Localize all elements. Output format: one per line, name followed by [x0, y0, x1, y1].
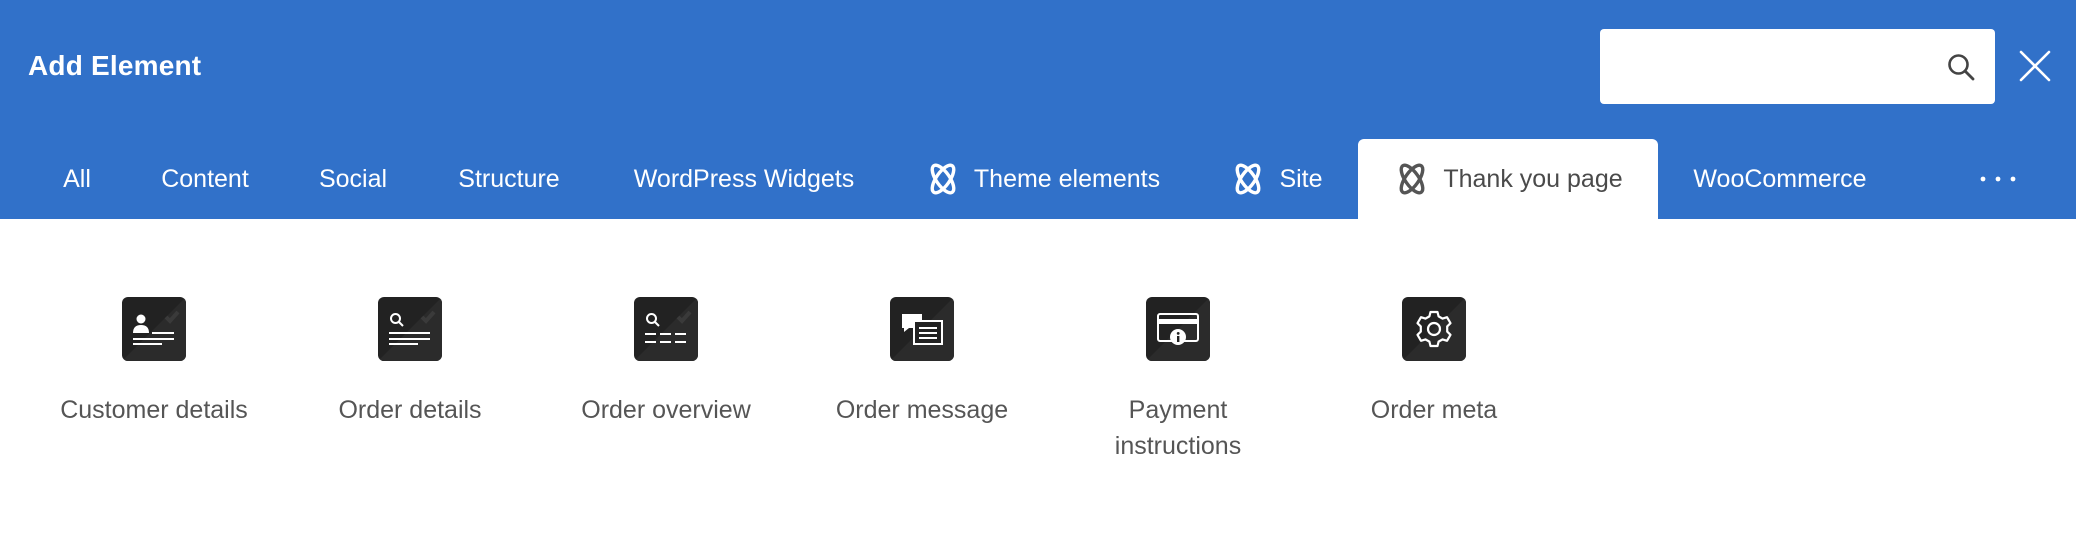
- message-icon: [890, 297, 954, 361]
- tab-label: Thank you page: [1443, 164, 1623, 193]
- order-overview-icon: [634, 297, 698, 361]
- search-input[interactable]: [1600, 29, 1940, 104]
- tab-label: Social: [318, 164, 388, 193]
- tab-all[interactable]: All: [38, 139, 116, 219]
- customer-card-icon: [122, 297, 186, 361]
- element-grid: Customer details Order details Order ove…: [0, 219, 2076, 554]
- tab-theme-elements[interactable]: Theme elements: [908, 139, 1176, 219]
- tab-label: Theme elements: [973, 164, 1161, 193]
- element-customer-details[interactable]: Customer details: [44, 297, 264, 497]
- element-order-message[interactable]: Order message: [812, 297, 1032, 497]
- add-element-dialog: Add Element All Content Social Structure: [0, 0, 2076, 554]
- category-tabs: All Content Social Structure WordPress W…: [0, 139, 2076, 219]
- jetpack-x-logo-icon: [1235, 163, 1261, 195]
- tab-label: Site: [1279, 164, 1323, 193]
- element-label: Order meta: [1370, 396, 1498, 424]
- tab-wordpress-widgets[interactable]: WordPress Widgets: [614, 139, 874, 219]
- close-icon[interactable]: [2018, 49, 2052, 83]
- element-order-meta[interactable]: Order meta: [1324, 297, 1544, 497]
- element-label: Order overview: [581, 396, 751, 424]
- dialog-title: Add Element: [28, 50, 202, 81]
- element-label: Customer details: [60, 396, 248, 424]
- element-label: Order details: [338, 396, 482, 424]
- payment-card-icon: [1146, 297, 1210, 361]
- tab-structure[interactable]: Structure: [438, 139, 580, 219]
- element-label: Order message: [835, 396, 1009, 424]
- element-payment-instructions[interactable]: Payment instructions: [1068, 297, 1288, 497]
- jetpack-x-logo-icon: [930, 163, 956, 195]
- search-icon[interactable]: [1946, 52, 1976, 82]
- more-tabs-button[interactable]: [1972, 139, 2024, 219]
- gear-icon: [1402, 297, 1466, 361]
- tab-woocommerce[interactable]: WooCommerce: [1680, 139, 1880, 219]
- tab-social[interactable]: Social: [296, 139, 410, 219]
- element-label: Payment instructions: [1114, 396, 1242, 460]
- order-search-icon: [378, 297, 442, 361]
- more-dots-icon: [1980, 176, 2016, 182]
- tab-label: WooCommerce: [1693, 164, 1867, 193]
- tab-label: WordPress Widgets: [633, 164, 855, 193]
- element-order-details[interactable]: Order details: [300, 297, 520, 497]
- dialog-header: Add Element All Content Social Structure: [0, 0, 2076, 219]
- tab-thank-you-page[interactable]: Thank you page: [1358, 139, 1658, 219]
- element-order-overview[interactable]: Order overview: [556, 297, 776, 497]
- tab-content[interactable]: Content: [140, 139, 270, 219]
- tab-label: Structure: [458, 164, 560, 193]
- jetpack-x-logo-icon: [1399, 163, 1425, 195]
- search-box[interactable]: [1600, 29, 1995, 104]
- tab-site[interactable]: Site: [1216, 139, 1336, 219]
- tab-label: All: [63, 164, 91, 193]
- tab-label: Content: [161, 164, 249, 193]
